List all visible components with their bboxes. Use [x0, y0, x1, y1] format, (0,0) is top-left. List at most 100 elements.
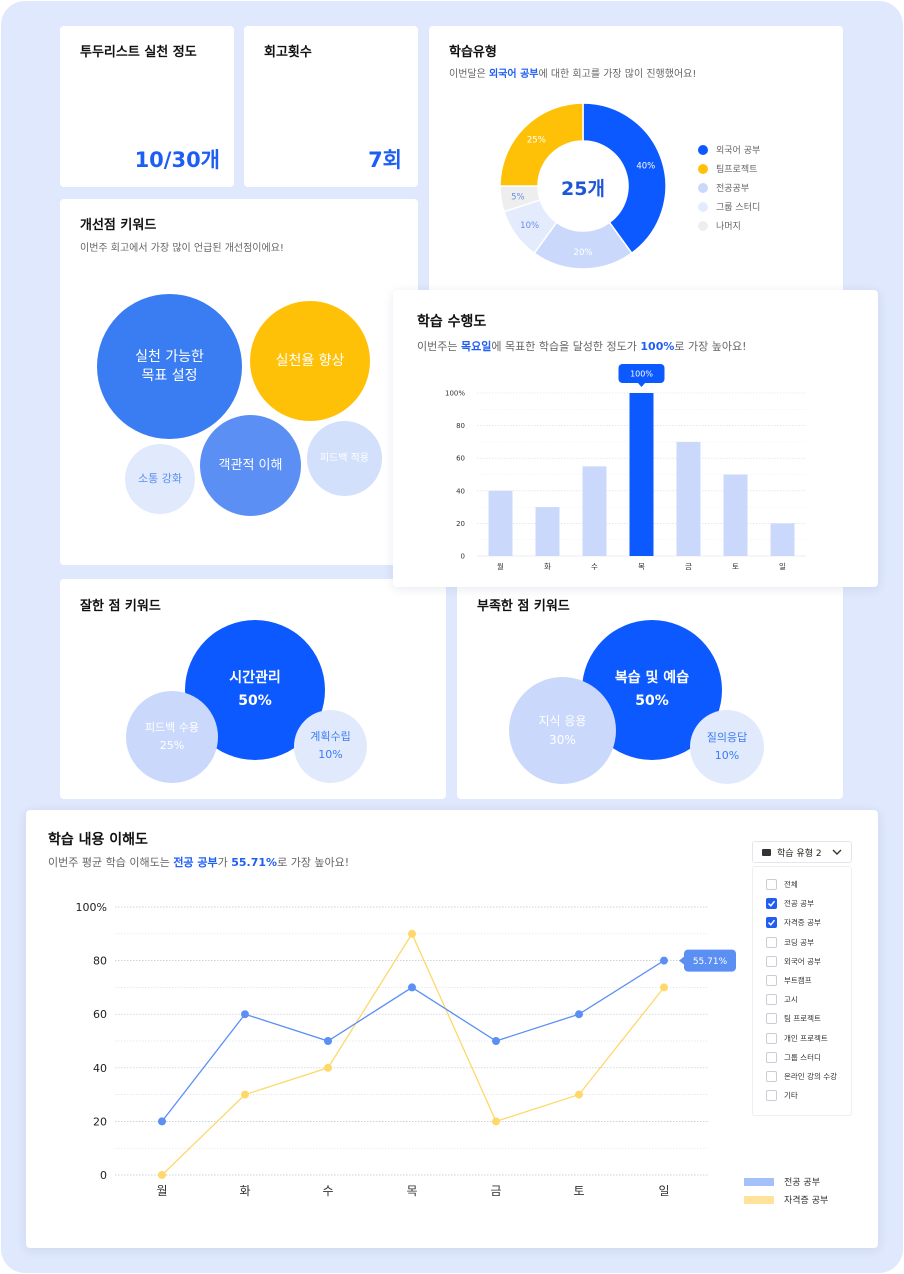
option-item[interactable]: 기타 — [753, 1086, 851, 1105]
donut-slice-label: 5% — [511, 192, 525, 202]
x-tick-label: 수 — [591, 562, 598, 571]
option-label: 전체 — [784, 880, 798, 890]
option-label: 외국어 공부 — [784, 956, 821, 966]
option-item[interactable]: 외국어 공부 — [753, 952, 851, 971]
y-tick-label: 40 — [93, 1062, 107, 1075]
y-tick-label: 20 — [93, 1115, 107, 1128]
bar — [488, 490, 513, 556]
bar — [676, 441, 701, 556]
option-label: 코딩 공부 — [784, 937, 814, 947]
data-point — [241, 1090, 249, 1099]
option-item[interactable]: 자격증 공부 — [753, 913, 851, 932]
legend-item: 외국어 공부 — [698, 143, 760, 156]
performance-card: 학습 수행도 이번주는 목요일에 목표한 학습을 달성한 정도가 100%로 가… — [393, 290, 878, 587]
option-item[interactable]: 고시 — [753, 990, 851, 1009]
study-type-title: 학습유형 — [449, 45, 497, 60]
legend-swatch-icon — [744, 1195, 774, 1204]
legend-dot-icon — [698, 220, 708, 231]
checkbox[interactable] — [766, 994, 777, 1006]
checkbox[interactable] — [766, 936, 777, 948]
option-item[interactable]: 전체 — [753, 875, 851, 894]
x-tick-label: 금 — [490, 1184, 501, 1198]
good-keyword-card: 잘한 점 키워드 시간관리 50% 피드백 수용 25% 계획수립 10% — [60, 579, 446, 799]
x-tick-label: 월 — [156, 1184, 167, 1198]
study-type-dropdown[interactable]: 학습 유형 2 — [752, 841, 852, 863]
legend-item: 전공공부 — [698, 181, 760, 194]
data-point — [660, 983, 668, 992]
check-icon — [767, 920, 776, 927]
legend-dot-icon — [698, 201, 708, 212]
donut-slice-label: 40% — [636, 162, 655, 172]
donut-slice-label: 10% — [520, 221, 539, 231]
understanding-card: 학습 내용 이해도 이번주 평균 학습 이해도는 전공 공부가 55.71%로 … — [26, 810, 878, 1248]
x-tick-label: 화 — [239, 1184, 250, 1198]
bar — [535, 507, 560, 556]
option-label: 온라인 강의 수강 — [784, 1071, 838, 1081]
data-point — [408, 929, 416, 938]
option-item[interactable]: 코딩 공부 — [753, 933, 851, 952]
option-label: 고시 — [784, 995, 798, 1005]
option-label: 전공 공부 — [784, 899, 814, 909]
donut-legend: 외국어 공부 팀프로젝트 전공공부 그룹 스터디 나머지 — [698, 143, 760, 238]
x-tick-label: 금 — [685, 562, 692, 571]
bar — [723, 474, 748, 556]
improve-subtitle: 이번주 회고에서 가장 많이 언급된 개선점이에요! — [80, 243, 284, 254]
study-type-subtitle: 이번달은 외국어 공부에 대한 회고를 가장 많이 진행했어요! — [449, 69, 697, 80]
data-point — [324, 1063, 332, 1072]
series-line — [161, 932, 665, 1176]
bar — [770, 523, 795, 556]
option-item[interactable]: 팀 프로젝트 — [753, 1009, 851, 1028]
x-tick-label: 목 — [406, 1184, 417, 1198]
data-point — [324, 1037, 332, 1045]
book-icon — [762, 848, 771, 856]
todo-card: 투두리스트 실천 정도 10/30개 — [60, 26, 234, 187]
checkbox[interactable] — [766, 1032, 777, 1044]
checkbox[interactable] — [766, 955, 777, 967]
donut-center-label: 25개 — [561, 178, 605, 200]
bubble-communication: 소통 강화 — [125, 444, 195, 514]
bar — [629, 393, 654, 556]
legend-item: 나머지 — [698, 219, 760, 232]
donut-slice-label: 20% — [574, 248, 593, 258]
option-item[interactable]: 그룹 스터디 — [753, 1048, 851, 1067]
legend-item-cert: 자격증 공부 — [744, 1193, 828, 1206]
option-label: 개인 프로젝트 — [784, 1033, 828, 1043]
checkbox[interactable] — [766, 1070, 777, 1082]
y-tick-label: 0 — [461, 553, 465, 561]
performance-bar-chart: 0 20 40 60 80 100% 월 화 수 목 금 토 일 100% — [445, 364, 806, 571]
option-item[interactable]: 부트캠프 — [753, 971, 851, 990]
tooltip-label: 100% — [630, 370, 653, 379]
checkbox[interactable] — [766, 1090, 777, 1102]
checkbox[interactable] — [766, 1013, 777, 1025]
retro-count-card: 회고횟수 7회 — [244, 26, 418, 187]
data-point — [241, 1010, 249, 1019]
bubble-feedback-accept: 피드백 수용 25% — [126, 691, 218, 783]
retro-title: 회고횟수 — [264, 45, 312, 60]
checkbox[interactable] — [766, 917, 777, 929]
x-tick-label: 수 — [322, 1184, 333, 1198]
y-tick-label: 60 — [456, 455, 465, 463]
data-point — [408, 983, 416, 992]
legend-dot-icon — [698, 182, 708, 193]
data-point — [660, 956, 668, 965]
option-item[interactable]: 전공 공부 — [753, 894, 851, 913]
checkbox[interactable] — [766, 879, 777, 891]
legend-item: 팀프로젝트 — [698, 162, 760, 175]
checkbox[interactable] — [766, 975, 777, 987]
tooltip-label: 55.71% — [693, 957, 728, 967]
bubble-feedback: 피드백 적용 — [307, 421, 382, 496]
check-icon — [767, 901, 776, 908]
option-item[interactable]: 개인 프로젝트 — [753, 1029, 851, 1048]
x-tick-label: 토 — [573, 1184, 584, 1198]
checkbox[interactable] — [766, 898, 777, 910]
checkbox[interactable] — [766, 1051, 777, 1063]
x-tick-label: 목 — [638, 562, 645, 571]
chevron-down-icon — [832, 849, 842, 855]
y-tick-label: 100% — [76, 901, 107, 914]
retro-value: 7회 — [368, 148, 402, 172]
tooltip-arrow — [679, 956, 684, 965]
option-item[interactable]: 온라인 강의 수강 — [753, 1067, 851, 1086]
bubble-objective: 객관적 이해 — [200, 415, 301, 516]
y-tick-label: 100% — [445, 390, 465, 398]
legend-dot-icon — [698, 144, 708, 155]
